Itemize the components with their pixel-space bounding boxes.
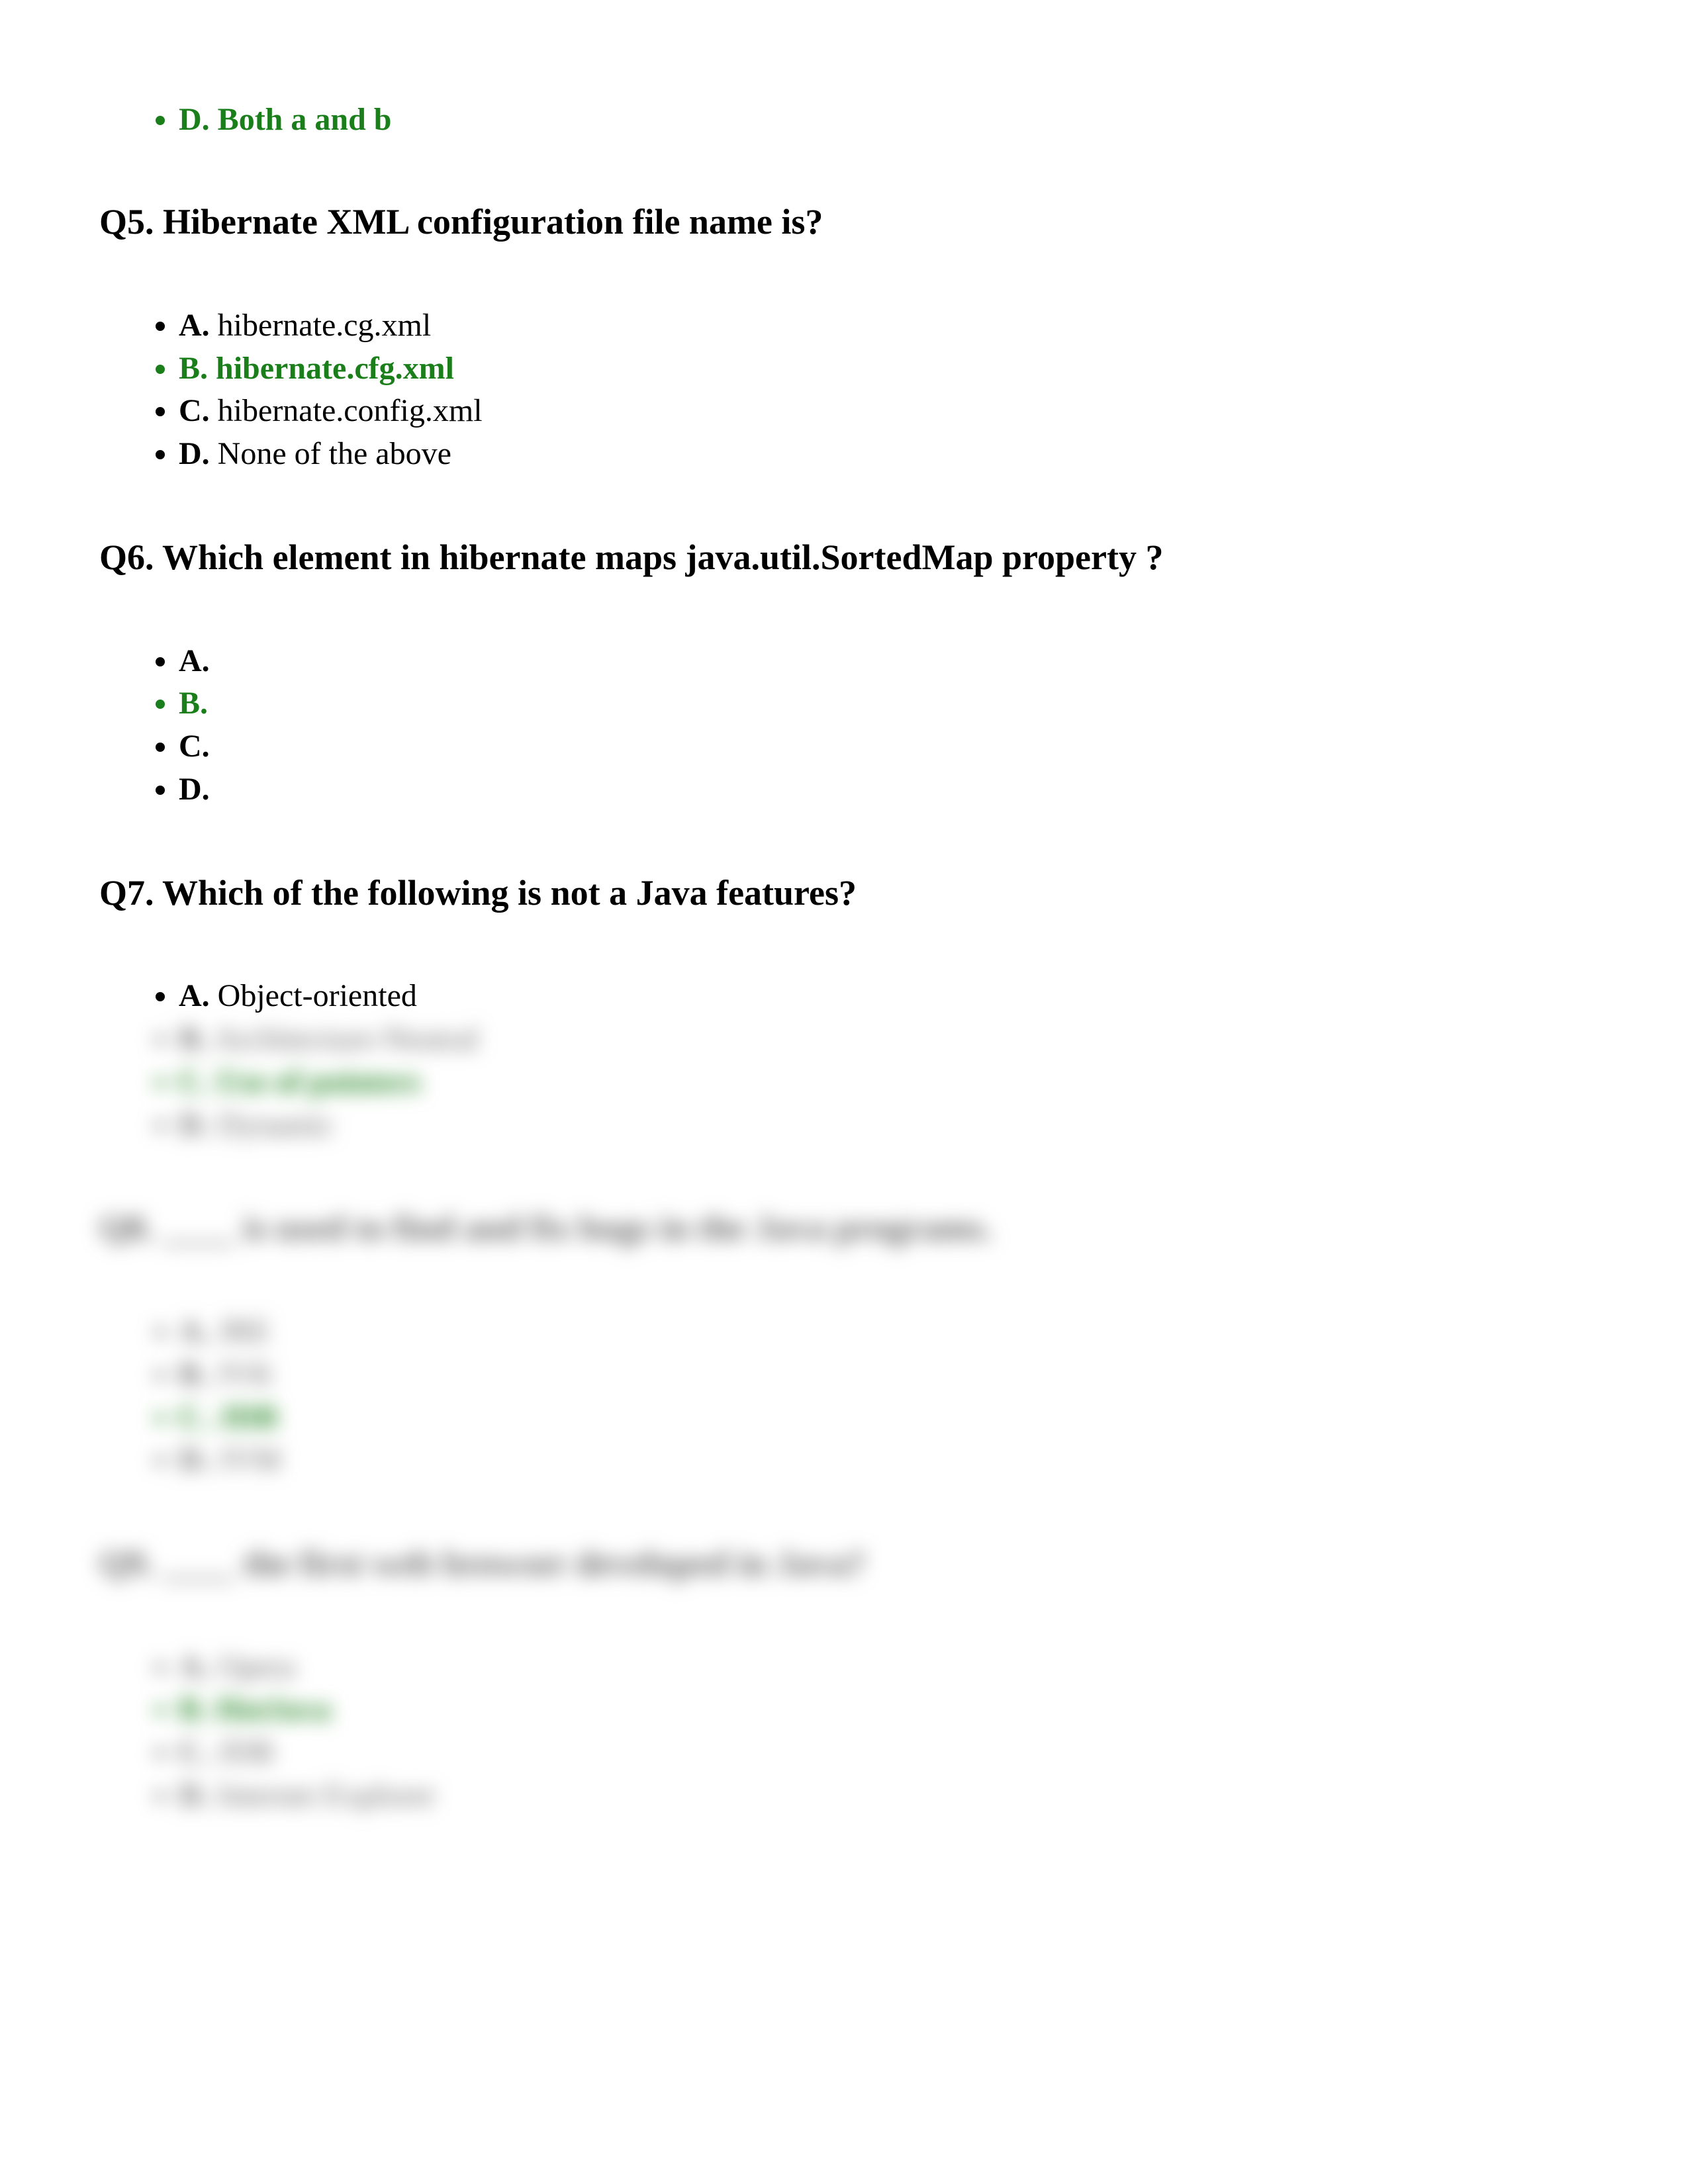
option-text: JDB	[218, 1400, 278, 1435]
question-block-q8: Q8. ____ is used to find and fix bugs in…	[99, 1206, 1589, 1482]
options-list-blurred: B. Architecture-Neutral C. Use of pointe…	[99, 1018, 1589, 1146]
option-letter: A.	[179, 1649, 210, 1684]
question-title: Q5. Hibernate XML configuration file nam…	[99, 200, 1589, 245]
option-text: None of the above	[218, 436, 451, 471]
list-item: D.	[179, 768, 1589, 811]
option-text: hibernate.cg.xml	[218, 308, 432, 343]
list-item: C. JDB	[179, 1731, 1589, 1774]
list-item: A.	[179, 640, 1589, 683]
question-block-q7: Q7. Which of the following is not a Java…	[99, 871, 1589, 1147]
option-letter: C.	[179, 1064, 210, 1099]
list-item: B.	[179, 682, 1589, 725]
option-text: hibernate.cfg.xml	[216, 351, 454, 386]
option-letter: D.	[179, 102, 210, 137]
option-text: Both a and b	[218, 102, 392, 137]
option-text: JVK	[216, 1357, 274, 1392]
option-letter: A.	[179, 308, 210, 343]
list-item: A. Object-oriented	[179, 975, 1589, 1018]
question-title: Q6. Which element in hibernate maps java…	[99, 535, 1589, 580]
list-item: C. Use of pointers	[179, 1061, 1589, 1104]
list-item: A. Opera	[179, 1646, 1589, 1689]
list-item: D. None of the above	[179, 433, 1589, 476]
question-title: Q8. ____ is used to find and fix bugs in…	[99, 1206, 1589, 1251]
option-text: JRE	[218, 1314, 271, 1349]
options-list: A. hibernate.cg.xml B. hibernate.cfg.xml…	[99, 304, 1589, 476]
option-text: Architecture-Neutral	[214, 1021, 479, 1056]
document-page: D. Both a and b Q5. Hibernate XML config…	[0, 0, 1688, 1917]
option-letter: D.	[179, 1778, 210, 1813]
list-item: B. JVK	[179, 1353, 1589, 1396]
option-text: Object-oriented	[218, 978, 417, 1013]
option-letter: B.	[179, 686, 208, 721]
list-item: C. JDB	[179, 1396, 1589, 1439]
option-text: Dynamic	[218, 1107, 334, 1142]
option-letter: C.	[179, 729, 210, 764]
option-text: JVM	[218, 1442, 281, 1477]
option-text: JDB	[218, 1735, 274, 1770]
option-letter: B.	[179, 351, 208, 386]
question-title: Q9. ____ the first web browser developed…	[99, 1541, 1589, 1586]
list-item: A. JRE	[179, 1310, 1589, 1353]
list-item: D. Dynamic	[179, 1104, 1589, 1147]
list-item: B. Architecture-Neutral	[179, 1018, 1589, 1061]
list-item: A. hibernate.cg.xml	[179, 304, 1589, 347]
option-letter: D.	[179, 1107, 210, 1142]
question-title: Q7. Which of the following is not a Java…	[99, 871, 1589, 916]
list-item: B. HotJava	[179, 1688, 1589, 1731]
option-letter: B.	[179, 1021, 208, 1056]
option-text: Use of pointers	[218, 1064, 421, 1099]
options-list: A. Opera B. HotJava C. JDB D. Internet E…	[99, 1646, 1589, 1817]
option-letter: A.	[179, 1314, 210, 1349]
list-item: C. hibernate.config.xml	[179, 390, 1589, 433]
option-letter: B.	[179, 1357, 208, 1392]
options-list: A. Object-oriented	[99, 975, 1589, 1018]
list-item: B. hibernate.cfg.xml	[179, 347, 1589, 390]
option-letter: D.	[179, 772, 210, 807]
question-block-q5: Q5. Hibernate XML configuration file nam…	[99, 200, 1589, 476]
option-letter: C.	[179, 1735, 210, 1770]
option-text: HotJava	[216, 1692, 330, 1727]
orphan-option-list: D. Both a and b	[99, 99, 1589, 140]
option-letter: D.	[179, 436, 210, 471]
question-block-q9: Q9. ____ the first web browser developed…	[99, 1541, 1589, 1817]
option-text: hibernate.config.xml	[218, 393, 483, 428]
option-letter: C.	[179, 1400, 210, 1435]
list-item: C.	[179, 725, 1589, 768]
list-item: D. Both a and b	[179, 99, 1589, 140]
question-block-q6: Q6. Which element in hibernate maps java…	[99, 535, 1589, 811]
list-item: D. Internet Explorer	[179, 1774, 1589, 1817]
option-text: Internet Explorer	[218, 1778, 436, 1813]
option-letter: A.	[179, 643, 210, 678]
option-letter: C.	[179, 393, 210, 428]
options-list: A. B. C. D.	[99, 640, 1589, 811]
options-list: A. JRE B. JVK C. JDB D. JVM	[99, 1310, 1589, 1482]
option-letter: D.	[179, 1442, 210, 1477]
list-item: D. JVM	[179, 1439, 1589, 1482]
option-letter: A.	[179, 978, 210, 1013]
option-letter: B.	[179, 1692, 208, 1727]
option-text: Opera	[218, 1649, 295, 1684]
